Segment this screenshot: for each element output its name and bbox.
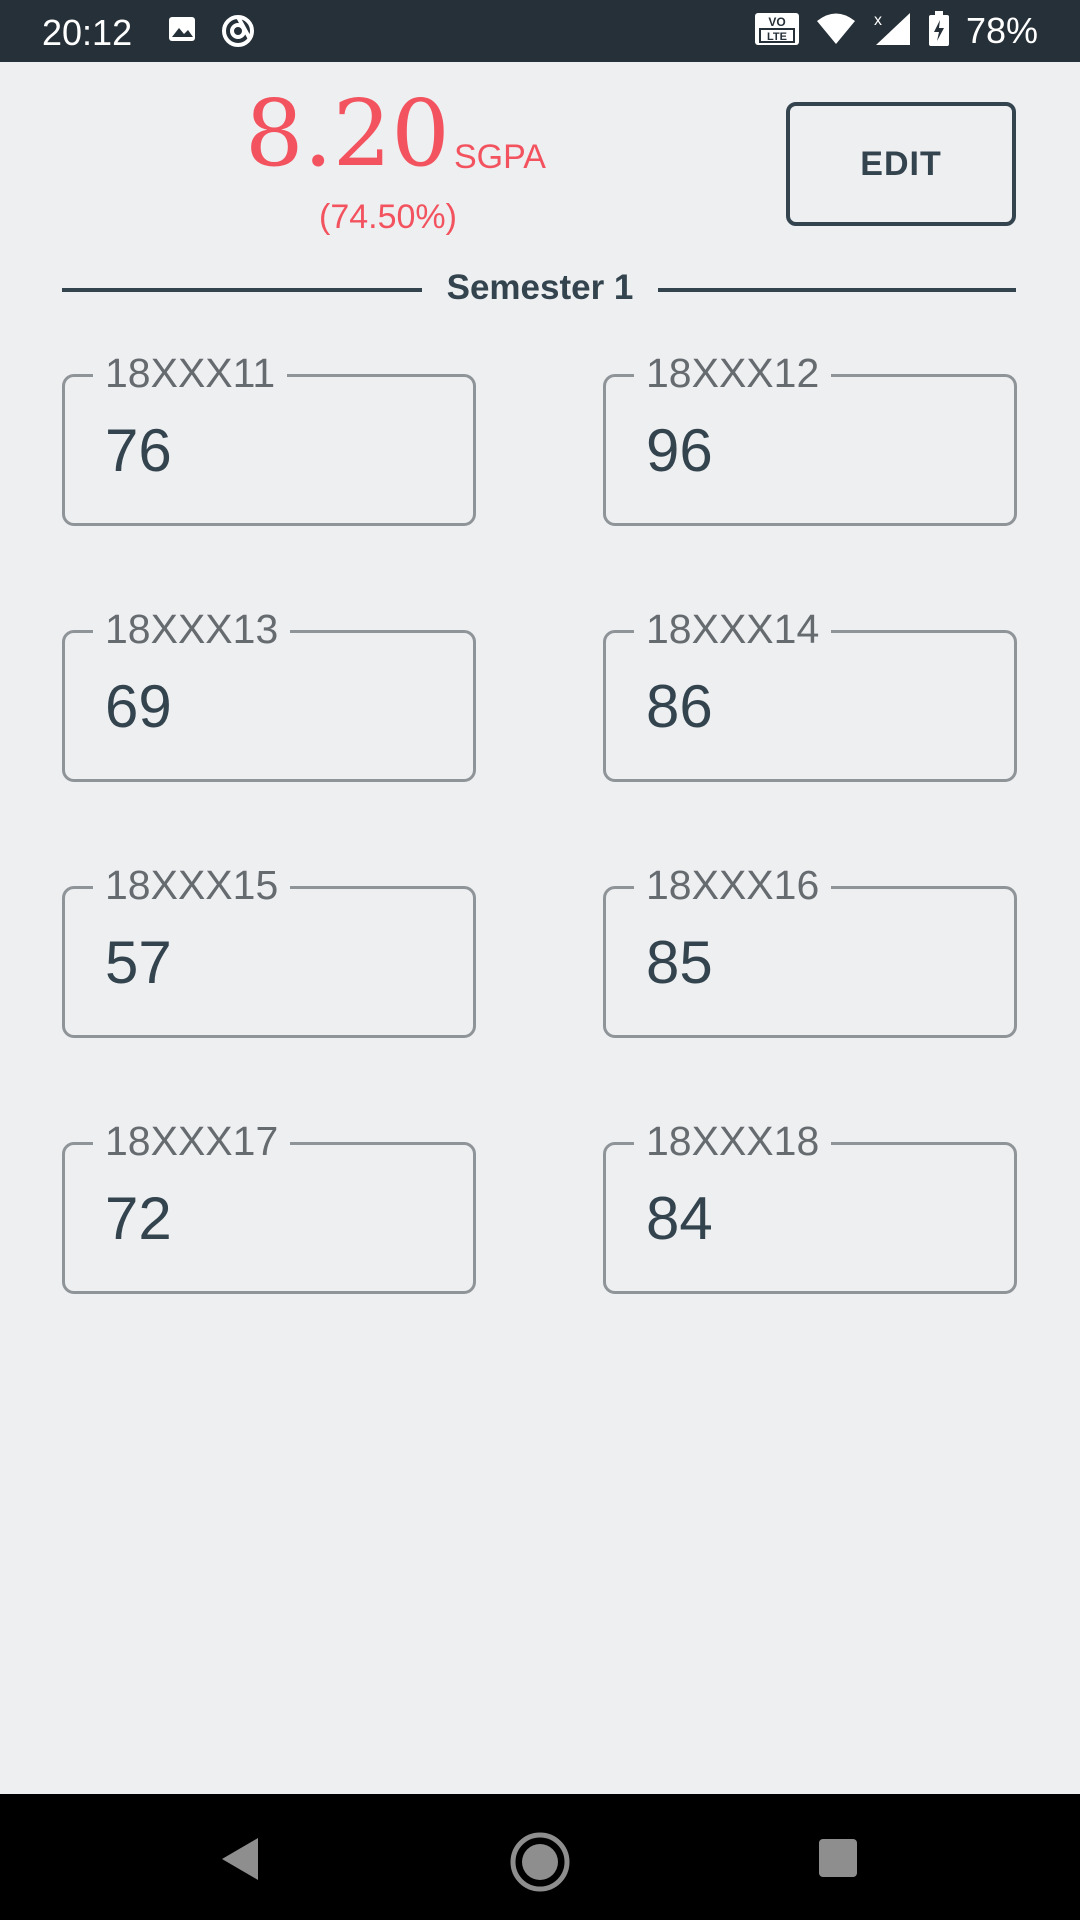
image-icon xyxy=(166,13,198,54)
subject-code-label: 18XXX11 xyxy=(93,347,288,399)
subject-code-label: 18XXX16 xyxy=(634,859,832,911)
svg-text:x: x xyxy=(874,12,882,29)
subject-code-label: 18XXX18 xyxy=(634,1115,832,1167)
recents-icon[interactable] xyxy=(818,1838,858,1883)
subject-code-label: 18XXX14 xyxy=(634,603,832,655)
subject-field[interactable]: 18XXX17 72 xyxy=(62,1115,476,1294)
semester-title: Semester 1 xyxy=(446,268,634,307)
edit-button[interactable]: EDIT xyxy=(786,102,1016,226)
battery-percentage: 78% xyxy=(965,10,1038,51)
subject-marks-value[interactable]: 72 xyxy=(105,1183,172,1255)
subject-field[interactable]: 18XXX18 84 xyxy=(603,1115,1017,1294)
status-notification-icons xyxy=(166,13,256,54)
semester-divider-left xyxy=(62,288,422,292)
subject-code-label: 18XXX17 xyxy=(93,1115,291,1167)
subject-marks-value[interactable]: 86 xyxy=(646,671,713,743)
volte-icon: VO LTE xyxy=(754,12,800,51)
semester-divider-right xyxy=(658,288,1016,292)
svg-text:LTE: LTE xyxy=(767,31,787,43)
sync-icon xyxy=(220,13,256,54)
sgpa-value: 8.20 xyxy=(245,80,450,187)
sgpa-unit-label: SGPA xyxy=(454,138,546,176)
subject-field[interactable]: 18XXX15 57 xyxy=(62,859,476,1038)
subject-marks-value[interactable]: 84 xyxy=(646,1183,713,1255)
subject-field[interactable]: 18XXX14 86 xyxy=(603,603,1017,782)
subject-field[interactable]: 18XXX13 69 xyxy=(62,603,476,782)
subject-field[interactable]: 18XXX12 96 xyxy=(603,347,1017,526)
home-icon[interactable] xyxy=(510,1832,570,1897)
subject-code-label: 18XXX13 xyxy=(93,603,291,655)
navigation-bar xyxy=(0,1794,1080,1920)
status-bar: 20:12 VO LTE x 78% xyxy=(0,0,1080,62)
svg-text:VO: VO xyxy=(768,15,785,29)
sgpa-percentage: (74.50%) xyxy=(319,198,457,236)
subject-field[interactable]: 18XXX16 85 xyxy=(603,859,1017,1038)
subject-marks-value[interactable]: 85 xyxy=(646,927,713,999)
battery-charging-icon xyxy=(928,10,950,52)
subject-field[interactable]: 18XXX11 76 xyxy=(62,347,476,526)
status-time: 20:12 xyxy=(42,12,133,53)
subject-code-label: 18XXX12 xyxy=(634,347,832,399)
signal-icon: x xyxy=(872,11,912,52)
wifi-icon xyxy=(816,12,856,51)
subject-marks-value[interactable]: 69 xyxy=(105,671,172,743)
status-system-icons: VO LTE x 78% xyxy=(754,10,1038,52)
subject-marks-value[interactable]: 96 xyxy=(646,415,713,487)
subject-marks-value[interactable]: 57 xyxy=(105,927,172,999)
sgpa-summary: 8.20 SGPA (74.50%) xyxy=(245,88,565,248)
subject-marks-value[interactable]: 76 xyxy=(105,415,172,487)
back-icon[interactable] xyxy=(220,1836,260,1887)
subject-code-label: 18XXX15 xyxy=(93,859,291,911)
